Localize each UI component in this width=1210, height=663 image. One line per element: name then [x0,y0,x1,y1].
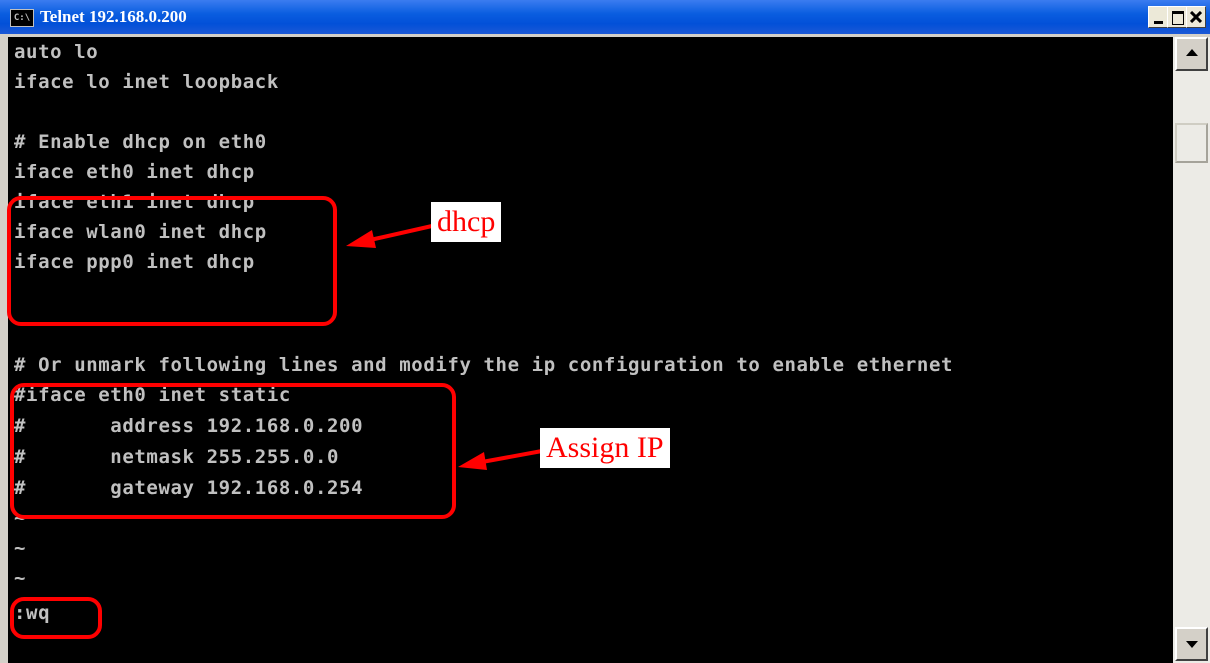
assign-ip-callout-label: Assign IP [540,428,670,468]
annotation-arrows [346,224,543,470]
telnet-window: C:\ Telnet 192.168.0.200 auto lo iface l… [0,0,1210,663]
dhcp-callout-label: dhcp [431,202,502,242]
dhcp-arrow-icon [346,230,376,248]
assign-ip-arrow-icon [458,452,487,470]
